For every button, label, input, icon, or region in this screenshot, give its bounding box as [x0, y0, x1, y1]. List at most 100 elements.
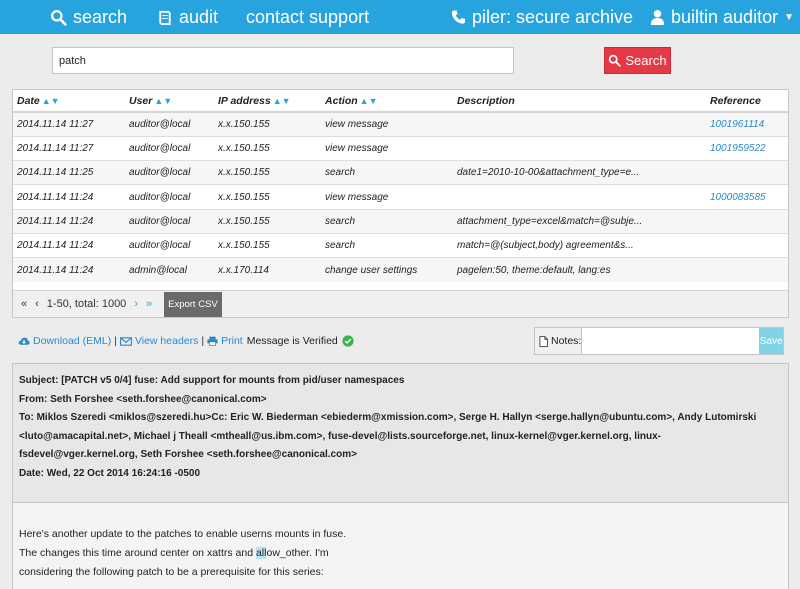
header-label: Date — [17, 94, 40, 107]
table-row: 2014.11.14 11:24 admin@local x.x.170.114… — [13, 257, 788, 283]
message-toolbar: Download (EML) | View headers | Print Me… — [12, 324, 789, 358]
audit-table: Date ▲▼ User ▲▼ IP address ▲▼ Action ▲▼ Desc… — [13, 90, 788, 283]
body-line: The changes this time around center on x… — [19, 544, 782, 563]
column-header-ip[interactable]: IP address ▲▼ — [214, 90, 321, 113]
save-notes-button[interactable]: Save — [759, 328, 783, 354]
body-text-segment: ow_other. I'm — [266, 547, 329, 559]
print-icon — [207, 336, 218, 346]
sort-arrows-icon[interactable]: ▲▼ — [154, 96, 172, 106]
notes-label: Notes: — [535, 328, 583, 354]
view-headers-label: View headers — [134, 335, 199, 347]
next-page-icon[interactable]: › — [130, 298, 142, 310]
header-label: User — [129, 94, 153, 107]
message-to-line: To: Miklos Szeredi <miklos@szeredi.hu>Cc… — [19, 412, 757, 423]
header-label: IP address — [218, 94, 271, 107]
message-from: From: Seth Forshee <seth.forshee@canonic… — [19, 393, 267, 405]
nav-search-link[interactable]: search — [50, 4, 127, 30]
column-header-user[interactable]: User ▲▼ — [125, 90, 214, 113]
column-header-action[interactable]: Action ▲▼ — [321, 90, 453, 113]
file-icon — [539, 335, 548, 347]
cell-reference-link[interactable]: 1001959522 — [706, 135, 788, 161]
notes-input[interactable] — [582, 328, 760, 354]
cell-action: view message — [321, 184, 453, 210]
nav-audit-label: audit — [179, 6, 219, 27]
user-menu[interactable]: builtin auditor ▼ — [650, 4, 794, 30]
cell-description: match=@(subject,body) agreement&s... — [453, 232, 706, 258]
separator: | — [201, 335, 205, 347]
pagination-status: 1-50, total: 1000 — [46, 298, 127, 310]
header-label: Action — [325, 94, 358, 107]
download-label: Download (EML) — [33, 335, 112, 347]
table-row: 2014.11.14 11:24 auditor@local x.x.150.1… — [13, 232, 788, 258]
cell-action: view message — [321, 111, 453, 137]
table-header-row: Date ▲▼ User ▲▼ IP address ▲▼ Action ▲▼ Desc… — [13, 90, 788, 113]
column-header-date[interactable]: Date ▲▼ — [13, 90, 125, 113]
message-subject: Subject: [PATCH v5 0/4] fuse: Add suppor… — [19, 375, 405, 386]
last-page-icon[interactable]: » — [142, 298, 156, 310]
view-headers-link[interactable]: View headers — [119, 335, 199, 347]
cell-description: date1=2010-10-00&attachment_type=e... — [453, 160, 706, 185]
print-label: Print — [221, 335, 243, 347]
table-row: 2014.11.14 11:24 auditor@local x.x.150.1… — [13, 208, 788, 234]
sort-arrows-icon[interactable]: ▲▼ — [273, 96, 291, 106]
cell-description: pagelen:50, theme:default, lang:es — [453, 257, 706, 283]
chevron-down-icon: ▼ — [784, 11, 794, 23]
cell-date: 2014.11.14 11:24 — [13, 208, 125, 234]
cell-ip: x.x.170.114 — [214, 257, 321, 283]
column-header-reference: Reference — [706, 90, 788, 113]
message-headers: Subject: [PATCH v5 0/4] fuse: Add suppor… — [12, 363, 789, 503]
message-body: Here's another update to the patches to … — [12, 503, 789, 589]
brand-label: piler: secure archive — [472, 6, 634, 27]
sort-arrows-icon[interactable]: ▲▼ — [42, 96, 60, 106]
audit-table-panel: Date ▲▼ User ▲▼ IP address ▲▼ Action ▲▼ Desc… — [12, 89, 789, 318]
cell-user: auditor@local — [125, 111, 214, 137]
nav-brand[interactable]: piler: secure archive — [451, 4, 633, 30]
check-circle-icon — [342, 335, 354, 347]
cell-description — [453, 184, 706, 210]
separator: | — [114, 335, 117, 347]
table-row: 2014.11.14 11:24 auditor@local x.x.150.1… — [13, 184, 788, 210]
cell-ip: x.x.150.155 — [214, 232, 321, 258]
message-to-line: fsdevel@vger.kernel.org, Seth Forshee <s… — [19, 449, 357, 460]
download-eml-link[interactable]: Download (EML) — [18, 335, 111, 347]
cell-date: 2014.11.14 11:27 — [13, 111, 125, 137]
highlighted-text: all — [255, 547, 267, 559]
verified-status: Message is Verified — [247, 335, 354, 347]
cell-ip: x.x.150.155 — [214, 160, 321, 185]
column-header-description: Description — [453, 90, 706, 113]
cell-action: change user settings — [321, 257, 453, 283]
table-row: 2014.11.14 11:25 auditor@local x.x.150.1… — [13, 160, 788, 185]
cell-ip: x.x.150.155 — [214, 111, 321, 137]
cell-action: search — [321, 208, 453, 234]
message-to-line: <luto@amacapital.net>, Michael j Theall … — [19, 430, 661, 442]
cell-reference — [706, 257, 788, 283]
cell-user: admin@local — [125, 257, 214, 283]
pagination-bar: « ‹ 1-50, total: 1000 › » Export CSV — [13, 290, 788, 317]
cell-user: auditor@local — [125, 135, 214, 161]
sort-arrows-icon[interactable]: ▲▼ — [360, 96, 378, 106]
cell-ip: x.x.150.155 — [214, 184, 321, 210]
table-row: 2014.11.14 11:27 auditor@local x.x.150.1… — [13, 135, 788, 161]
search-button[interactable]: Search — [604, 47, 671, 74]
message-date: Date: Wed, 22 Oct 2014 16:24:16 -0500 — [19, 467, 201, 479]
body-line: Here's another update to the patches to … — [19, 528, 347, 540]
export-csv-button[interactable]: Export CSV — [164, 291, 222, 317]
nav-contact-link[interactable]: contact support — [246, 4, 369, 30]
nav-search-label: search — [73, 6, 128, 27]
nav-audit-link[interactable]: audit — [157, 4, 218, 30]
print-link[interactable]: Print — [207, 335, 243, 347]
cell-reference-link[interactable]: 1000083585 — [706, 184, 788, 210]
cell-date: 2014.11.14 11:27 — [13, 135, 125, 161]
cell-reference — [706, 232, 788, 258]
search-row: Search — [52, 47, 672, 75]
search-input[interactable] — [52, 47, 514, 74]
first-page-icon[interactable]: « — [17, 298, 31, 310]
cell-user: auditor@local — [125, 232, 214, 258]
verified-label: Message is Verified — [246, 335, 338, 347]
notes-label-text: Notes: — [551, 335, 582, 347]
prev-page-icon[interactable]: ‹ — [31, 298, 43, 310]
cell-reference-link[interactable]: 1001961114 — [706, 111, 788, 137]
cloud-download-icon — [18, 337, 30, 345]
table-row: 2014.11.14 11:27 auditor@local x.x.150.1… — [13, 111, 788, 137]
cell-reference — [706, 208, 788, 234]
